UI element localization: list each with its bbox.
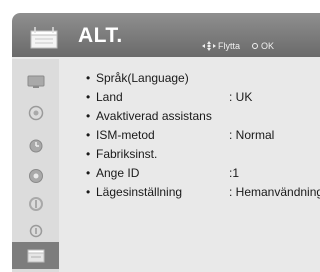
picture-icon[interactable] bbox=[12, 68, 59, 95]
menu-item-label: ISM-metod bbox=[96, 128, 155, 142]
menu-item-value: : Normal bbox=[229, 128, 275, 142]
osd-menu-panel: ALT. Flytta OK • Språk(Language) • Land … bbox=[12, 13, 320, 272]
menu-header: ALT. Flytta OK bbox=[12, 13, 320, 57]
menu-item-label: Land bbox=[96, 90, 123, 104]
hint-ok-label: OK bbox=[261, 41, 275, 51]
menu-item-label: Språk(Language) bbox=[96, 71, 189, 85]
menu-item-label: Ange ID bbox=[96, 166, 140, 180]
audio-icon[interactable] bbox=[12, 99, 59, 126]
menu-item-ism-method[interactable]: • ISM-metod : Normal bbox=[76, 126, 320, 145]
hint-ok: OK bbox=[252, 41, 274, 51]
category-sidebar bbox=[12, 59, 59, 272]
menu-item-mode-setting[interactable]: • Lägesinställning : Hemanvändning bbox=[76, 183, 320, 202]
bullet: • bbox=[86, 147, 91, 161]
menu-item-value: :1 bbox=[229, 166, 240, 180]
menu-item-label: Lägesinställning bbox=[96, 185, 183, 199]
lock-icon[interactable] bbox=[12, 162, 59, 189]
menu-item-value: : UK bbox=[229, 90, 253, 104]
button-hints: Flytta OK bbox=[202, 41, 286, 51]
option-menu-icon bbox=[17, 18, 71, 56]
hint-move-label: Flytta bbox=[218, 41, 241, 51]
bullet: • bbox=[86, 185, 91, 199]
move-arrows-icon bbox=[202, 41, 216, 51]
time-icon[interactable] bbox=[12, 131, 59, 158]
settings-icon[interactable] bbox=[12, 242, 59, 269]
menu-item-set-id[interactable]: • Ange ID :1 bbox=[76, 164, 320, 183]
hint-move: Flytta bbox=[202, 41, 240, 51]
input-icon[interactable] bbox=[12, 217, 59, 244]
menu-item-value: : Hemanvändning bbox=[229, 185, 320, 199]
bullet: • bbox=[86, 166, 91, 180]
bullet: • bbox=[86, 71, 91, 85]
menu-item-disability-assistance[interactable]: • Avaktiverad assistans bbox=[76, 107, 320, 126]
menu-item-factory-reset[interactable]: • Fabriksinst. bbox=[76, 145, 320, 164]
option-icon[interactable] bbox=[12, 190, 59, 217]
menu-item-language[interactable]: • Språk(Language) bbox=[76, 69, 320, 88]
menu-title: ALT. bbox=[78, 24, 123, 47]
bullet: • bbox=[86, 109, 91, 123]
menu-item-label: Avaktiverad assistans bbox=[96, 109, 212, 123]
menu-item-country[interactable]: • Land : UK bbox=[76, 88, 320, 107]
menu-item-label: Fabriksinst. bbox=[96, 147, 158, 161]
ok-dot-icon bbox=[252, 43, 259, 49]
bullet: • bbox=[86, 128, 91, 142]
option-menu-list: • Språk(Language) • Land : UK • Avaktive… bbox=[76, 69, 320, 202]
bullet: • bbox=[86, 90, 91, 104]
